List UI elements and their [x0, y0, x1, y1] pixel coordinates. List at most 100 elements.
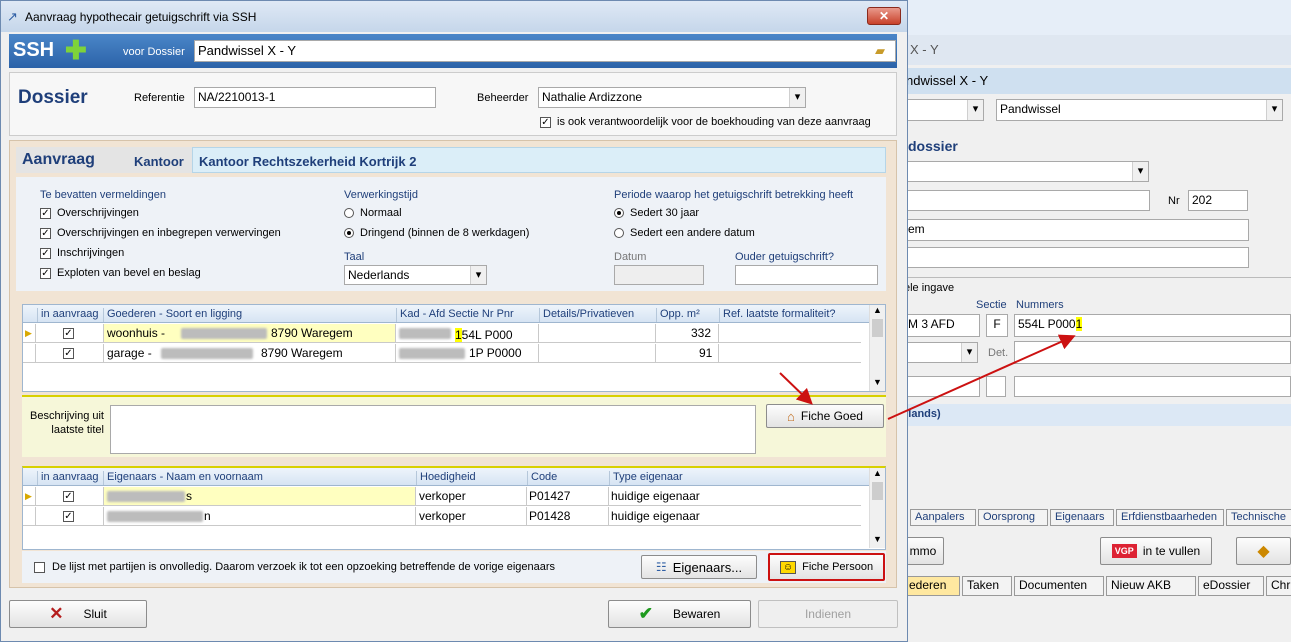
vermelding-option[interactable]: ✓ Overschrijvingen — [40, 207, 139, 219]
kantoor-field: Kantoor Rechtszekerheid Kortrijk 2 — [192, 147, 886, 173]
background-select-2[interactable] — [904, 161, 1149, 182]
scroll-up-icon[interactable]: ▲ — [873, 305, 882, 315]
periode-radio[interactable] — [614, 208, 624, 219]
fiche-persoon-button[interactable]: ☺ Fiche Persoon — [768, 553, 885, 581]
sluit-button[interactable]: ✕ Sluit — [9, 600, 147, 628]
scroll-down-icon[interactable]: ▼ — [873, 534, 882, 544]
background-det-field[interactable] — [1014, 341, 1291, 364]
eigenaars-scrollbar[interactable]: ▲ ▼ — [869, 468, 885, 548]
goederen-col-5: Ref. laatste formaliteit? — [719, 308, 836, 322]
vgp-icon: VGP — [1111, 544, 1137, 558]
dossier-title: Dossier — [18, 87, 88, 108]
background-select-left[interactable] — [904, 99, 984, 121]
scroll-down-icon[interactable]: ▼ — [873, 377, 882, 387]
vermelding-option[interactable]: ✓ Overschrijvingen en inbegrepen verwervi… — [40, 227, 281, 239]
background-tab[interactable]: Oorsprong — [978, 509, 1048, 526]
vermelding-checkbox[interactable]: ✓ — [40, 267, 51, 279]
background-field-5[interactable] — [904, 247, 1249, 268]
eigenaars-button[interactable]: ☷ Eigenaars... — [641, 555, 757, 579]
ouder-field[interactable] — [735, 265, 878, 285]
sep — [103, 344, 104, 362]
background-divider — [880, 277, 1291, 278]
indienen-button[interactable]: Indienen — [758, 600, 898, 628]
background-nr-field[interactable]: 202 — [1188, 190, 1248, 211]
verwerkingstijd-option[interactable]: Normaal — [344, 207, 402, 219]
eigenaars-row-type: huidige eigenaar — [611, 509, 700, 523]
background-tab[interactable]: Eigenaars — [1050, 509, 1114, 526]
goederen-row[interactable]: ▶ ✓ woonhuis - 8790 Waregem 554L P000 1 3… — [23, 324, 861, 343]
eigenaars-row-code: P01427 — [529, 489, 571, 503]
background-layers-button[interactable]: ◆ — [1236, 537, 1291, 565]
eigenaars-row-checkbox[interactable]: ✓ — [63, 491, 74, 502]
background-invullen-button[interactable]: VGP in te vullen — [1100, 537, 1212, 565]
verantwoordelijk-checkbox[interactable]: ✓ — [540, 117, 551, 128]
background-tab[interactable]: Documenten — [1014, 576, 1104, 596]
background-afd-field[interactable]: M 3 AFD — [904, 314, 980, 337]
datum-field[interactable] — [614, 265, 704, 285]
background-tab[interactable]: Chr — [1266, 576, 1291, 596]
title-bar: ↗ Aanvraag hypothecair getuigschrift via… — [1, 1, 907, 32]
background-tab[interactable]: Aanpalers — [910, 509, 976, 526]
background-tabs-bottom: ederen Taken Documenten Nieuw AKB eDossier Ch… — [904, 576, 1291, 596]
goederen-row[interactable]: ✓ garage - 8790 Waregem 1P P0000 91 — [23, 344, 861, 363]
vermelding-option[interactable]: ✓ Exploten van bevel en beslag — [40, 267, 201, 279]
background-gemeente-field[interactable]: em — [904, 219, 1249, 241]
verwerkingstijd-radio[interactable] — [344, 228, 354, 239]
vermelding-checkbox[interactable]: ✓ — [40, 247, 51, 259]
background-field-9[interactable] — [1014, 376, 1291, 397]
fiche-goed-button[interactable]: ⌂ Fiche Goed — [766, 404, 884, 428]
scroll-up-icon[interactable]: ▲ — [873, 468, 882, 478]
folder-icon[interactable]: ▰ — [875, 43, 885, 59]
indienen-label: Indienen — [804, 607, 852, 621]
vermelding-option[interactable]: ✓ Inschrijvingen — [40, 247, 124, 259]
background-sectie-field[interactable]: F — [986, 314, 1008, 337]
background-field-7[interactable] — [904, 376, 980, 397]
eigenaars-row-checkbox[interactable]: ✓ — [63, 511, 74, 522]
background-tab[interactable]: eDossier — [1198, 576, 1264, 596]
dossier-panel: Dossier Referentie NA/2210013-1 Beheerde… — [9, 72, 897, 136]
periode-option[interactable]: Sedert een andere datum — [614, 227, 755, 239]
taal-select[interactable]: Nederlands — [344, 265, 487, 285]
verwerkingstijd-option[interactable]: Dringend (binnen de 8 werkdagen) — [344, 227, 529, 239]
goederen-row-address-redacted — [161, 348, 253, 359]
referentie-field[interactable]: NA/2210013-1 — [194, 87, 436, 108]
periode-radio[interactable] — [614, 228, 624, 239]
vermelding-label: Overschrijvingen en inbegrepen verwervin… — [57, 227, 281, 239]
background-select-6[interactable] — [904, 342, 978, 363]
background-tab[interactable]: ederen — [904, 576, 960, 596]
dossier-select[interactable]: Pandwissel X - Y — [194, 40, 896, 62]
close-button[interactable]: ✕ — [867, 7, 901, 25]
goederen-row-checkbox[interactable]: ✓ — [63, 348, 74, 359]
background-field-3[interactable] — [904, 190, 1150, 211]
background-immo-button[interactable]: mmo — [902, 537, 944, 565]
background-field-8[interactable] — [986, 376, 1006, 397]
background-ingave-label: ele ingave — [904, 282, 955, 294]
bewaren-label: Bewaren — [672, 607, 721, 621]
background-immo-label: mmo — [909, 544, 937, 558]
sep — [103, 324, 104, 342]
background-tab[interactable]: Erfdienstbaarheden — [1116, 509, 1224, 526]
bewaren-button[interactable]: ✔ Bewaren — [608, 600, 751, 628]
eigenaars-col-2: Hoedigheid — [416, 471, 476, 485]
background-nummers-field[interactable]: 554L P0001 — [1014, 314, 1291, 337]
vermelding-checkbox[interactable]: ✓ — [40, 227, 51, 239]
vermelding-checkbox[interactable]: ✓ — [40, 207, 51, 219]
background-tab[interactable]: Nieuw AKB — [1106, 576, 1196, 596]
scroll-thumb[interactable] — [872, 319, 883, 337]
background-select-dossier[interactable]: Pandwissel — [996, 99, 1283, 121]
goederen-row-checkbox[interactable]: ✓ — [63, 328, 74, 339]
onvolledig-checkbox[interactable] — [34, 562, 45, 573]
goederen-scrollbar[interactable]: ▲ ▼ — [869, 305, 885, 391]
background-tab[interactable]: Taken — [962, 576, 1012, 596]
sep — [415, 487, 416, 505]
beheerder-select[interactable]: Nathalie Ardizzone — [538, 87, 806, 108]
beschrijving-textarea[interactable] — [110, 405, 756, 454]
background-tab[interactable]: Technische — [1226, 509, 1291, 526]
periode-option[interactable]: Sedert 30 jaar — [614, 207, 699, 219]
eigenaars-row[interactable]: ▶ ✓ s verkoper P01427 huidige eigenaar — [23, 487, 861, 506]
sep — [718, 324, 719, 342]
verwerkingstijd-radio[interactable] — [344, 208, 354, 219]
scroll-thumb[interactable] — [872, 482, 883, 500]
background-tab-label: Oorsprong — [983, 511, 1035, 523]
eigenaars-row[interactable]: ✓ n verkoper P01428 huidige eigenaar — [23, 507, 861, 526]
